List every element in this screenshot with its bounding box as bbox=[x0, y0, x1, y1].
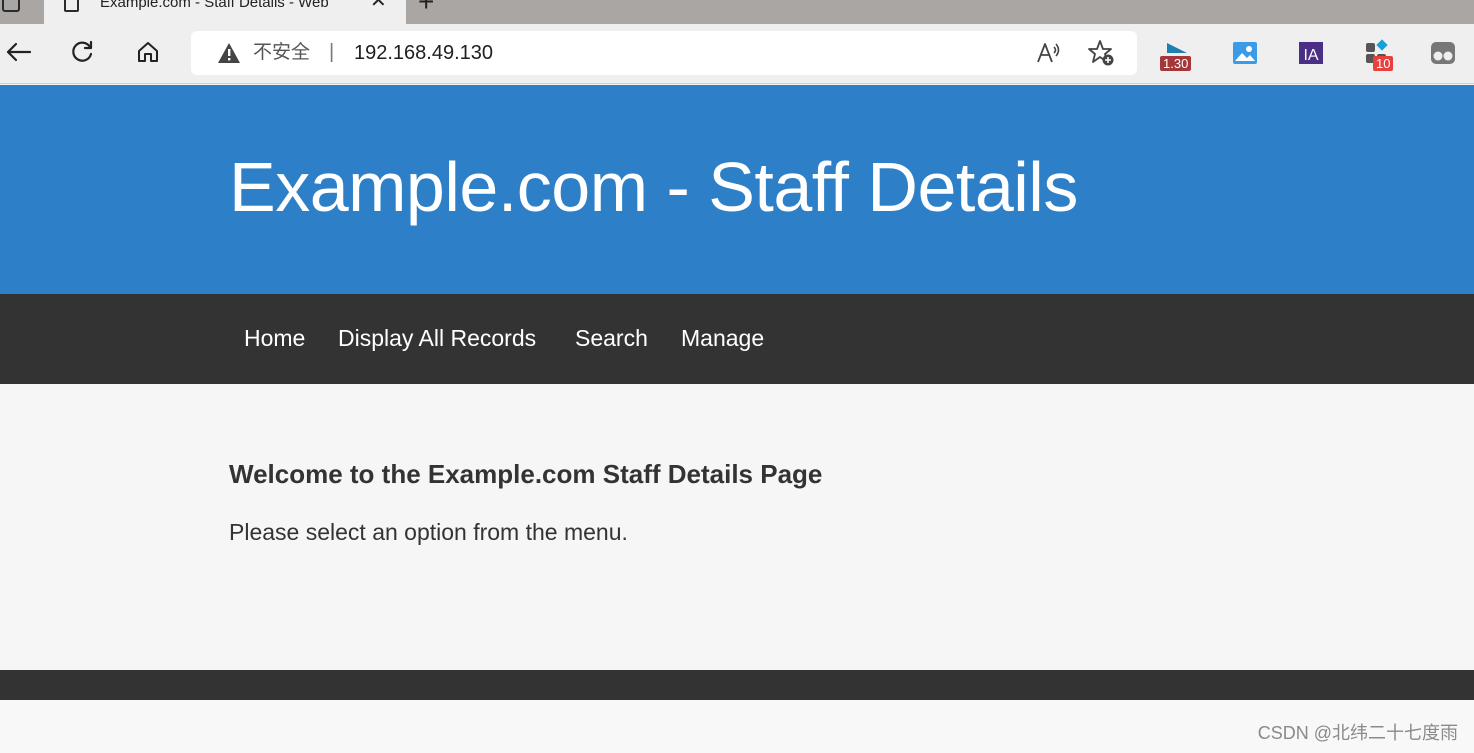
active-tab[interactable]: Example.com - Staff Details - Web ✕ bbox=[44, 0, 406, 26]
new-tab-button[interactable]: + bbox=[418, 0, 434, 16]
instruction-text: Please select an option from the menu. bbox=[229, 519, 628, 545]
extension-image-button[interactable] bbox=[1231, 39, 1261, 69]
add-favorite-icon[interactable] bbox=[1087, 39, 1115, 67]
home-button[interactable] bbox=[130, 34, 166, 70]
back-button[interactable] bbox=[0, 34, 36, 70]
nav-manage-link[interactable]: Manage bbox=[681, 324, 764, 352]
nav-search-link[interactable]: Search bbox=[575, 324, 648, 352]
extension-apps-badge: 10 bbox=[1373, 56, 1394, 71]
site-nav: Home Display All Records Search Manage bbox=[0, 294, 1474, 384]
watermark: CSDN @北纬二十七度雨 bbox=[1257, 723, 1458, 743]
tab-actions-button[interactable] bbox=[0, 0, 44, 24]
extension-profile-button[interactable] bbox=[1429, 39, 1459, 69]
nav-display-all-records-link[interactable]: Display All Records bbox=[338, 324, 536, 352]
home-icon bbox=[138, 42, 158, 62]
site-footer bbox=[0, 670, 1474, 700]
not-secure-label[interactable]: 不安全 bbox=[253, 42, 310, 64]
extension-ia-button[interactable]: IA bbox=[1297, 39, 1327, 69]
warning-icon[interactable] bbox=[217, 42, 241, 64]
back-arrow-icon bbox=[6, 42, 32, 62]
main-content: Welcome to the Example.com Staff Details… bbox=[0, 384, 1474, 670]
close-tab-button[interactable]: ✕ bbox=[370, 0, 387, 11]
extension-1-badge: 1.30 bbox=[1160, 56, 1192, 71]
browser-toolbar: 不安全 | 192.168.49.130 1.30 IA 10 bbox=[0, 24, 1474, 84]
read-aloud-icon[interactable] bbox=[1035, 40, 1061, 66]
page-icon bbox=[64, 0, 79, 12]
refresh-icon bbox=[72, 40, 93, 62]
glasses-icon bbox=[1431, 42, 1455, 64]
page-bottom: CSDN @北纬二十七度雨 bbox=[0, 700, 1474, 753]
address-separator: | bbox=[329, 41, 335, 63]
ia-icon: IA bbox=[1299, 42, 1323, 64]
image-icon bbox=[1233, 42, 1257, 64]
extension-1-button[interactable]: 1.30 bbox=[1160, 39, 1193, 71]
site-title: Example.com - Staff Details bbox=[229, 148, 1078, 226]
welcome-heading: Welcome to the Example.com Staff Details… bbox=[229, 459, 823, 489]
url-text[interactable]: 192.168.49.130 bbox=[354, 42, 493, 64]
ia-label: IA bbox=[1303, 47, 1318, 64]
tab-title: Example.com - Staff Details - Web bbox=[100, 0, 329, 11]
nav-home-link[interactable]: Home bbox=[244, 324, 305, 352]
extension-apps-button[interactable]: 10 bbox=[1363, 39, 1394, 71]
tab-strip: Example.com - Staff Details - Web ✕ + bbox=[0, 0, 1474, 26]
tab-actions-icon bbox=[2, 0, 20, 12]
site-header: Example.com - Staff Details bbox=[0, 85, 1474, 294]
refresh-button[interactable] bbox=[64, 34, 100, 70]
address-bar[interactable]: 不安全 | 192.168.49.130 bbox=[191, 31, 1137, 75]
